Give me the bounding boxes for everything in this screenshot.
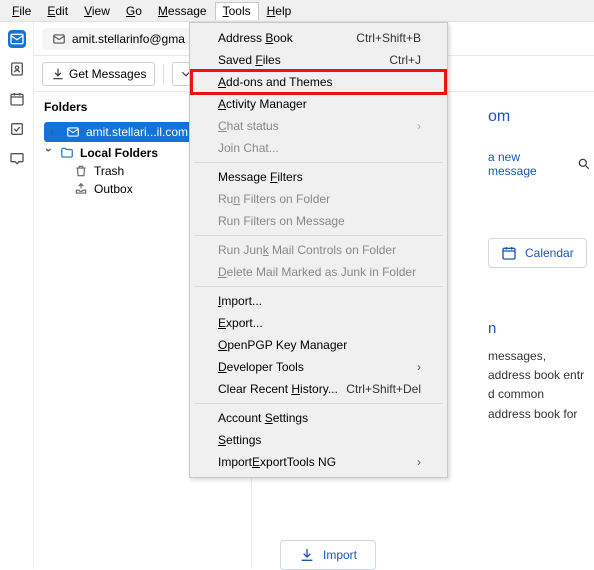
- calendar-label: Calendar: [525, 246, 574, 260]
- chevron-right-icon: ›: [50, 125, 60, 139]
- menu-item-message-filters[interactable]: Message Filters: [192, 166, 445, 188]
- outbox-label: Outbox: [94, 182, 133, 196]
- spaces-toolbar: [0, 22, 34, 569]
- menu-item-join-chat: Join Chat...: [192, 137, 445, 159]
- addressbook-space-icon[interactable]: [8, 60, 26, 78]
- import-desc: messages, address book entr d common add…: [488, 347, 586, 424]
- mail-icon: [66, 125, 80, 139]
- menu-item-run-filters-on-message: Run Filters on Message: [192, 210, 445, 232]
- account-label: amit.stellari...il.com: [86, 125, 188, 139]
- import-label: Import: [323, 548, 357, 562]
- local-folders-label: Local Folders: [80, 146, 158, 160]
- get-messages-label: Get Messages: [69, 67, 146, 81]
- tab-label: amit.stellarinfo@gma: [72, 32, 185, 46]
- menu-separator: [194, 286, 443, 287]
- write-label: a new message: [488, 150, 537, 178]
- account-tab[interactable]: amit.stellarinfo@gma: [42, 28, 195, 50]
- menubar: FileEditViewGoMessageToolsHelp: [0, 0, 594, 22]
- menu-item-account-settings[interactable]: Account Settings: [192, 407, 445, 429]
- menu-message[interactable]: Message: [150, 2, 215, 20]
- menu-item-openpgp-key-manager[interactable]: OpenPGP Key Manager: [192, 334, 445, 356]
- mail-space-icon[interactable]: [8, 30, 26, 48]
- menu-item-export[interactable]: Export...: [192, 312, 445, 334]
- mail-icon: [52, 32, 66, 46]
- menu-separator: [194, 235, 443, 236]
- tools-menu: Address BookCtrl+Shift+BSaved FilesCtrl+…: [189, 22, 448, 478]
- menu-item-saved-files[interactable]: Saved FilesCtrl+J: [192, 49, 445, 71]
- separator: [163, 64, 164, 84]
- search-icon: [577, 157, 591, 171]
- calendar-button[interactable]: Calendar: [488, 238, 587, 268]
- account-heading: om: [488, 108, 586, 126]
- import-icon: [299, 547, 315, 563]
- download-icon: [51, 67, 65, 81]
- import-button[interactable]: Import: [280, 540, 376, 570]
- menu-item-run-junk-mail-controls-on-folder: Run Junk Mail Controls on Folder: [192, 239, 445, 261]
- menu-item-settings[interactable]: Settings: [192, 429, 445, 451]
- menu-separator: [194, 162, 443, 163]
- outbox-icon: [74, 182, 88, 196]
- menu-help[interactable]: Help: [259, 2, 300, 20]
- menu-tools[interactable]: Tools: [215, 2, 259, 20]
- menu-item-importexporttools-ng[interactable]: ImportExportTools NG›: [192, 451, 445, 473]
- import-heading: n: [488, 320, 586, 337]
- menu-item-chat-status: Chat status›: [192, 115, 445, 137]
- menu-item-delete-mail-marked-as-junk-in-folder: Delete Mail Marked as Junk in Folder: [192, 261, 445, 283]
- menu-view[interactable]: View: [76, 2, 118, 20]
- folder-icon: [60, 146, 74, 160]
- trash-icon: [74, 164, 88, 178]
- menu-go[interactable]: Go: [118, 2, 150, 20]
- chat-space-icon[interactable]: [8, 150, 26, 168]
- menu-edit[interactable]: Edit: [39, 2, 76, 20]
- calendar-space-icon[interactable]: [8, 90, 26, 108]
- folders-label: Folders: [44, 100, 87, 114]
- write-message-link[interactable]: a new message: [488, 150, 537, 178]
- get-messages-button[interactable]: Get Messages: [42, 62, 155, 86]
- menu-item-developer-tools[interactable]: Developer Tools›: [192, 356, 445, 378]
- menu-item-activity-manager[interactable]: Activity Manager: [192, 93, 445, 115]
- tasks-space-icon[interactable]: [8, 120, 26, 138]
- search-link[interactable]: Se: [577, 157, 594, 171]
- menu-item-clear-recent-history[interactable]: Clear Recent History...Ctrl+Shift+Del: [192, 378, 445, 400]
- menu-item-add-ons-and-themes[interactable]: Add-ons and Themes: [192, 71, 445, 93]
- trash-label: Trash: [94, 164, 124, 178]
- calendar-icon: [501, 245, 517, 261]
- menu-item-address-book[interactable]: Address BookCtrl+Shift+B: [192, 27, 445, 49]
- menu-item-run-filters-on-folder: Run Filters on Folder: [192, 188, 445, 210]
- menu-separator: [194, 403, 443, 404]
- menu-item-import[interactable]: Import...: [192, 290, 445, 312]
- chevron-down-icon: ›: [42, 148, 56, 158]
- menu-file[interactable]: File: [4, 2, 39, 20]
